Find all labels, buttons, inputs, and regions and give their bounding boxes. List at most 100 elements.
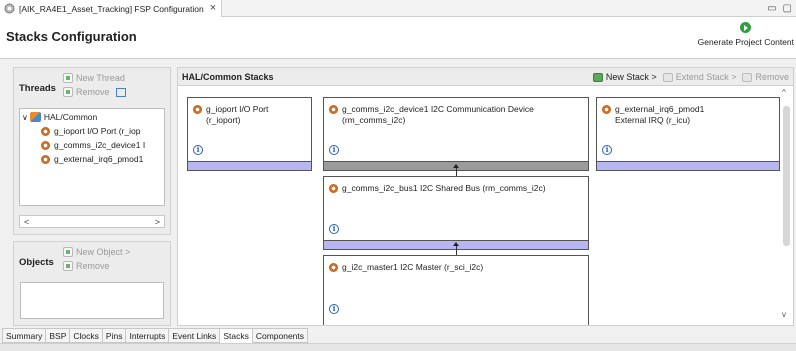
tab-event-links[interactable]: Event Links — [169, 328, 221, 343]
remove-icon — [63, 87, 73, 97]
new-thread-icon — [63, 73, 73, 83]
new-stack-icon — [592, 72, 603, 82]
module-icon — [329, 184, 338, 193]
connector-line — [456, 246, 457, 255]
new-object-label: New Object > — [76, 247, 131, 257]
tree-item-label: HAL/Common — [43, 112, 98, 122]
tab-interrupts[interactable]: Interrupts — [126, 328, 170, 343]
tab-stacks[interactable]: Stacks — [220, 328, 253, 343]
window-controls: ▭ ▢ — [767, 3, 792, 14]
editor-tab-bar: [AIK_RA4E1_Asset_Tracking] FSP Configura… — [0, 0, 796, 17]
new-stack-label: New Stack > — [605, 72, 657, 82]
module-block-external-irq6[interactable]: g_external_irq6_pmod1 External IRQ (r_icu… — [596, 97, 780, 171]
page-title: Stacks Configuration — [6, 29, 137, 44]
module-icon — [329, 263, 338, 272]
tree-item-comms-i2c-device1[interactable]: g_comms_i2c_device1 I — [41, 139, 145, 151]
scroll-left-icon[interactable]: < — [24, 217, 29, 227]
threads-tree[interactable]: ∨ HAL/Common g_ioport I/O Port (r_iop g_… — [19, 108, 165, 206]
module-header: g_i2c_master1 I2C Master (r_sci_i2c) — [329, 262, 584, 273]
tree-item-external-irq6[interactable]: g_external_irq6_pmod1 — [41, 153, 143, 165]
module-block-comms-i2c-device1[interactable]: g_comms_i2c_device1 I2C Communication De… — [323, 97, 589, 171]
generate-project-content-button[interactable]: Generate Project Content — [698, 22, 794, 47]
module-bar — [188, 161, 311, 170]
remove-object-label: Remove — [76, 261, 110, 271]
scroll-up-icon[interactable]: ^ — [782, 88, 786, 97]
module-header: g_external_irq6_pmod1 External IRQ (r_icu… — [602, 104, 775, 126]
tree-horizontal-scrollbar[interactable]: < > — [19, 215, 165, 228]
tab-components[interactable]: Components — [252, 328, 309, 343]
module-text: g_i2c_master1 I2C Master (r_sci_i2c) — [342, 262, 484, 272]
info-icon[interactable]: i — [329, 224, 339, 234]
module-text: g_ioport I/O Port (r_ioport) — [206, 104, 269, 125]
new-object-button[interactable]: New Object > — [63, 247, 130, 257]
page-header: Stacks Configuration Generate Project Co… — [0, 17, 796, 59]
hal-icon — [29, 112, 41, 122]
tree-item-label: g_external_irq6_pmod1 — [54, 154, 144, 164]
extend-stack-label: Extend Stack > — [675, 72, 737, 82]
new-object-icon — [63, 247, 73, 257]
new-thread-button[interactable]: New Thread — [63, 73, 125, 83]
info-icon[interactable]: i — [602, 145, 612, 155]
module-block-comms-i2c-bus1[interactable]: g_comms_i2c_bus1 I2C Shared Bus (rm_comm… — [323, 176, 589, 250]
objects-panel: Objects New Object > Remove — [13, 241, 171, 326]
bottom-tab-bar: Summary BSP Clocks Pins Interrupts Event… — [2, 328, 309, 343]
remove-icon — [742, 72, 753, 82]
threads-panel: Threads New Thread Remove ∨ HAL/Common g… — [13, 67, 171, 235]
info-icon[interactable]: i — [329, 145, 339, 155]
info-icon[interactable]: i — [193, 145, 203, 155]
tab-pins[interactable]: Pins — [102, 328, 127, 343]
module-icon — [193, 105, 202, 114]
collapse-all-icon[interactable] — [115, 87, 126, 97]
scrollbar-thumb[interactable] — [783, 106, 790, 246]
editor-tab-title: [AIK_RA4E1_Asset_Tracking] FSP Configura… — [19, 3, 204, 14]
remove-stack-label: Remove — [755, 72, 789, 82]
tab-summary[interactable]: Summary — [2, 328, 47, 343]
module-header: g_ioport I/O Port (r_ioport) — [193, 104, 307, 126]
tab-bsp[interactable]: BSP — [46, 328, 71, 343]
extend-stack-button[interactable]: Extend Stack > — [662, 72, 737, 82]
remove-object-button[interactable]: Remove — [63, 261, 110, 271]
scroll-right-icon[interactable]: > — [155, 217, 160, 227]
module-text: g_comms_i2c_bus1 I2C Shared Bus (rm_comm… — [342, 183, 546, 193]
expand-icon[interactable]: ∨ — [22, 113, 28, 122]
tree-item-ioport[interactable]: g_ioport I/O Port (r_iop — [41, 125, 140, 137]
extend-stack-icon — [662, 72, 673, 82]
generate-label: Generate Project Content — [697, 37, 794, 47]
stacks-vertical-scrollbar[interactable]: ^ v — [780, 88, 792, 324]
tree-item-label: g_comms_i2c_device1 I — [54, 140, 146, 150]
module-header: g_comms_i2c_bus1 I2C Shared Bus (rm_comm… — [329, 183, 584, 194]
play-circle-icon — [740, 22, 752, 33]
stacks-canvas[interactable]: g_ioport I/O Port (r_ioport) i g_comms_i2… — [177, 86, 794, 326]
module-icon — [41, 140, 50, 150]
connector-line — [456, 168, 457, 176]
stacks-header: HAL/Common Stacks New Stack > Extend Sta… — [177, 67, 794, 86]
module-icon — [41, 154, 50, 164]
threads-title: Threads — [19, 83, 56, 94]
stacks-actions: New Stack > Extend Stack > Remove — [592, 72, 789, 82]
module-block-ioport[interactable]: g_ioport I/O Port (r_ioport) i — [187, 97, 312, 171]
new-stack-button[interactable]: New Stack > — [592, 72, 657, 82]
editor-tab[interactable]: [AIK_RA4E1_Asset_Tracking] FSP Configura… — [0, 0, 222, 17]
minimize-icon[interactable]: ▭ — [767, 3, 776, 14]
module-text: g_comms_i2c_device1 I2C Communication De… — [342, 104, 534, 125]
remove-thread-button[interactable]: Remove — [63, 87, 126, 97]
scroll-down-icon[interactable]: v — [782, 310, 786, 319]
module-header: g_comms_i2c_device1 I2C Communication De… — [329, 104, 584, 126]
tab-clocks[interactable]: Clocks — [70, 328, 103, 343]
tree-item-hal-common[interactable]: ∨ HAL/Common — [22, 111, 97, 123]
tree-item-label: g_ioport I/O Port (r_iop — [54, 126, 141, 136]
remove-icon — [63, 261, 73, 271]
module-text: g_external_irq6_pmod1 External IRQ (r_icu… — [615, 104, 705, 125]
module-icon — [41, 126, 50, 136]
module-icon — [329, 105, 338, 114]
new-thread-label: New Thread — [76, 73, 125, 83]
objects-title: Objects — [19, 257, 54, 268]
module-block-i2c-master1[interactable]: g_i2c_master1 I2C Master (r_sci_i2c) i — [323, 255, 589, 325]
bottom-strip — [0, 343, 796, 351]
close-icon[interactable]: × — [210, 3, 216, 14]
maximize-icon[interactable]: ▢ — [783, 3, 792, 14]
remove-stack-button[interactable]: Remove — [742, 72, 789, 82]
info-icon[interactable]: i — [329, 304, 339, 314]
objects-list[interactable] — [20, 282, 164, 319]
gear-icon — [4, 3, 15, 14]
